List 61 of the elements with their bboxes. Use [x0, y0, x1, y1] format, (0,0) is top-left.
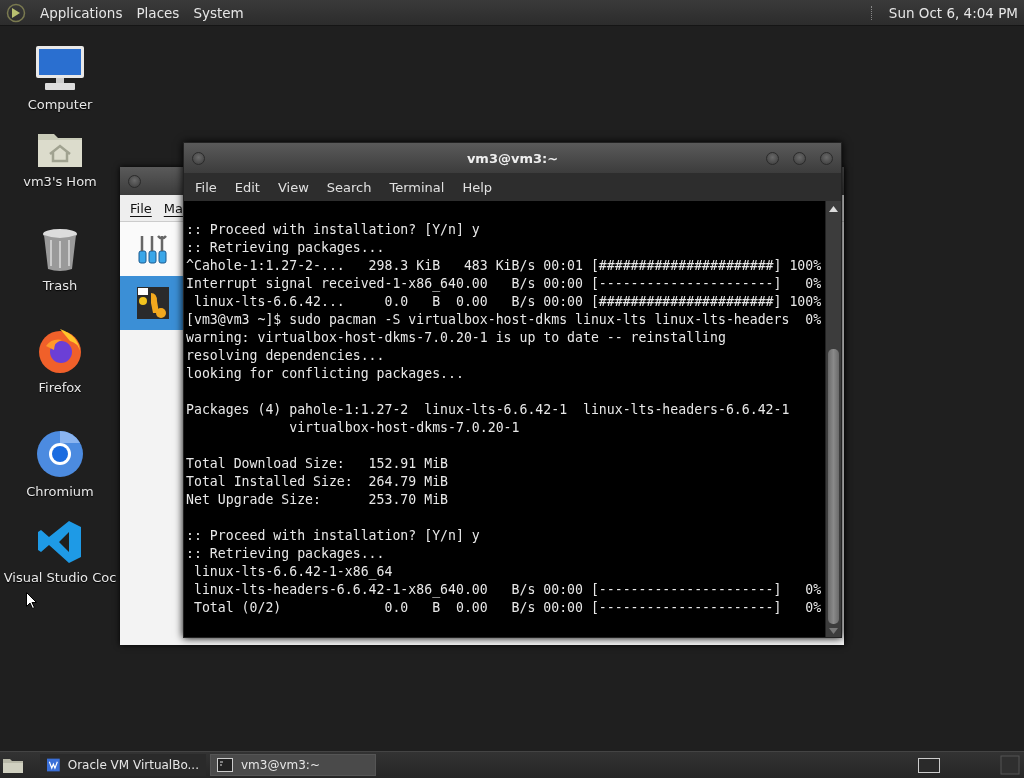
panel-menu[interactable]: Places: [136, 4, 180, 21]
mouse-pointer-icon: [26, 592, 37, 609]
menu-item[interactable]: Terminal: [380, 179, 454, 195]
close-button[interactable]: [820, 151, 833, 165]
terminal-line: :: Retrieving packages...: [186, 239, 386, 257]
minimize-button[interactable]: [766, 151, 779, 165]
menu-item[interactable]: Search: [317, 179, 381, 195]
scroll-up-icon[interactable]: [829, 206, 838, 212]
terminal-line: Interrupt signal received-1-x86_640.00 B/s 00:00 [----------------------] 0%: [186, 275, 823, 293]
workspace-switcher-icon[interactable]: [918, 757, 940, 773]
terminal-line: linux-lts-headers-6.6.42-1-x86_640.00 B/s 00:00 [----------------------] 0%: [192, 581, 823, 599]
panel-menu[interactable]: Applications: [40, 4, 123, 21]
desktop-icon-label[interactable]: Firefox: [38, 380, 82, 395]
window-title: vm3@vm3:~: [465, 150, 560, 166]
terminal-line: :: Retrieving packages...: [186, 545, 386, 563]
terminal-line: Net Upgrade Size: 253.70 MiB: [186, 491, 449, 509]
terminal-line: [vm3@vm3 ~]$ sudo pacman -S virtualbox-host-dkms linux-lts linux-lts-headers 0%: [186, 311, 823, 329]
terminal-line: Total Download Size: 152.91 MiB: [186, 455, 449, 473]
menu-logo-icon[interactable]: [6, 2, 26, 23]
terminal-line: resolving dependencies...: [186, 347, 386, 365]
terminal-line: ^Cahole-1:1.27-2-... 298.3 KiB 483 KiB/s 00:01 [######################] 100%: [186, 257, 823, 275]
desktop-icon-label[interactable]: Chromium: [26, 484, 94, 499]
scroll-down-icon[interactable]: [829, 628, 838, 634]
computer-icon: [35, 45, 85, 91]
terminal-line: linux-lts-6.6.42-1-x86_64: [192, 563, 394, 581]
menu-item[interactable]: File: [130, 200, 152, 216]
terminal-line: Total (0/2) 0.0 B 0.00 B/s 00:00 [----------------------] 0%: [192, 599, 823, 617]
chromium-icon: [36, 430, 84, 478]
terminal-line: looking for conflicting packages...: [186, 365, 465, 383]
window-menu-button[interactable]: [192, 151, 205, 165]
scrollbar-thumb[interactable]: [828, 349, 839, 624]
menu-item[interactable]: View: [268, 179, 318, 195]
show-desktop-icon[interactable]: [2, 756, 24, 774]
terminal-line: Total Installed Size: 264.79 MiB: [186, 473, 449, 491]
virtual-machine-icon: [137, 287, 169, 319]
desktop-icon-label[interactable]: vm3's Hom: [23, 174, 97, 189]
window-menu-button[interactable]: [128, 174, 141, 188]
terminal-line: warning: virtualbox-host-dkms-7.0.20-1 is up to date -- reinstalling: [186, 329, 727, 347]
maximize-button[interactable]: [793, 151, 806, 165]
desktop-icon-label[interactable]: Trash: [42, 278, 78, 293]
code-editor-icon: [37, 520, 83, 564]
menu-item[interactable]: Ma: [163, 200, 183, 216]
terminal-line: :: Proceed with installation? [Y/n] y: [186, 221, 481, 239]
terminal-line: Packages (4) pahole-1:1.27-2 linux-lts-6.6.42-1 linux-lts-headers-6.6.42-1: [186, 401, 791, 419]
tools-icon: [137, 233, 169, 265]
firefox-icon: [36, 326, 84, 374]
taskbar-button[interactable]: vm3@vm3:~: [210, 754, 376, 776]
menu-item[interactable]: File: [186, 179, 226, 195]
panel-menu[interactable]: System: [193, 4, 244, 21]
menu-item[interactable]: Help: [453, 179, 502, 195]
trash-applet-icon[interactable]: [1000, 755, 1020, 775]
trash-icon: [41, 228, 79, 272]
terminal-line: virtualbox-host-dkms-7.0.20-1: [288, 419, 521, 437]
terminal-icon: [217, 758, 233, 772]
desktop-icon-label[interactable]: Visual Studio Coc: [3, 570, 117, 585]
terminal-line: linux-lts-6.6.42... 0.0 B 0.00 B/s 00:00 [######################] 100%: [192, 293, 823, 311]
desktop-icon-label[interactable]: Computer: [27, 97, 93, 112]
clock[interactable]: Sun Oct 6, 4:04 PM: [888, 4, 1018, 21]
terminal-line: :: Proceed with installation? [Y/n] y: [186, 527, 481, 545]
menu-item[interactable]: Edit: [225, 179, 269, 195]
machine-list-item[interactable]: [120, 276, 183, 330]
